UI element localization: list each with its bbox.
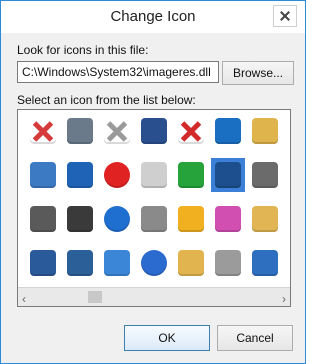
icon-cell[interactable]	[211, 114, 245, 148]
cancel-button[interactable]: Cancel	[217, 325, 293, 351]
select-icon-text: Select an icon from the list below:	[17, 93, 196, 107]
shield-x-icon	[178, 118, 204, 144]
tablet-icon	[67, 250, 93, 276]
icon-cell[interactable]	[100, 114, 134, 148]
red-x-icon	[30, 118, 56, 144]
icon-cell[interactable]	[63, 158, 97, 192]
icon-cell[interactable]	[248, 246, 282, 280]
browse-button[interactable]: Browse...	[222, 61, 294, 85]
music-folder-icon	[178, 250, 204, 276]
icon-cell[interactable]	[100, 246, 134, 280]
settings-icon	[252, 162, 278, 188]
error-circle-icon	[104, 162, 130, 188]
icon-cell[interactable]	[26, 246, 60, 280]
icon-cell[interactable]	[174, 246, 208, 280]
shield-warning-icon	[178, 206, 204, 232]
network-cable-icon	[67, 162, 93, 188]
icon-cell[interactable]	[26, 202, 60, 236]
icon-cell[interactable]	[100, 158, 134, 192]
icon-cell[interactable]	[100, 202, 134, 236]
help-icon	[104, 206, 130, 232]
projector-screen-icon	[141, 206, 167, 232]
icon-cell[interactable]	[137, 158, 171, 192]
icon-cell[interactable]	[174, 158, 208, 192]
icon-cell[interactable]	[248, 158, 282, 192]
icon-cell[interactable]	[211, 246, 245, 280]
horizontal-scrollbar[interactable]: ‹ ›	[18, 287, 290, 306]
mobile-device-icon	[67, 118, 93, 144]
icon-file-path-field[interactable]: C:\Windows\System32\imageres.dll	[17, 61, 219, 83]
close-button[interactable]	[273, 5, 297, 27]
notepad-icon	[215, 250, 241, 276]
select-icon-label: Select an icon from the list below:	[17, 93, 196, 107]
frame-icon	[104, 250, 130, 276]
list-icon	[252, 250, 278, 276]
icon-cell[interactable]	[137, 246, 171, 280]
icon-cell[interactable]	[63, 246, 97, 280]
icon-cell[interactable]	[174, 114, 208, 148]
scroll-thumb[interactable]	[88, 291, 102, 303]
icon-list[interactable]: ‹ ›	[17, 109, 291, 307]
gray-x-icon	[104, 118, 130, 144]
icon-cell[interactable]	[211, 158, 245, 192]
monitor-stand-icon	[30, 250, 56, 276]
change-icon-dialog: Change Icon Look for icons in this file:…	[0, 0, 306, 364]
look-for-label: Look for icons in this file:	[17, 43, 148, 57]
icon-cell[interactable]	[174, 202, 208, 236]
look-for-text: Look for icons in this file:	[17, 43, 149, 57]
window-icon	[215, 162, 241, 188]
icon-cell[interactable]	[26, 158, 60, 192]
icon-cell[interactable]	[248, 202, 282, 236]
star-folder-icon	[252, 206, 278, 232]
dialog-title: Change Icon	[110, 8, 196, 25]
icon-cell[interactable]	[248, 114, 282, 148]
scroll-right-arrow[interactable]: ›	[282, 292, 286, 306]
title-bar: Change Icon	[1, 1, 305, 33]
icon-cell[interactable]	[137, 202, 171, 236]
text-file-icon	[141, 162, 167, 188]
folder-icon	[252, 118, 278, 144]
monitor-icon	[141, 118, 167, 144]
printer-icon	[30, 206, 56, 232]
icon-cell[interactable]	[137, 114, 171, 148]
apps-icon	[215, 206, 241, 232]
icon-cell[interactable]	[63, 114, 97, 148]
scanner-icon	[67, 206, 93, 232]
icon-grid	[26, 114, 282, 292]
ok-button[interactable]: OK	[124, 325, 210, 351]
icon-cell[interactable]	[63, 202, 97, 236]
document-icon	[30, 162, 56, 188]
icon-cell[interactable]	[26, 114, 60, 148]
shield-check-icon	[178, 162, 204, 188]
shield-help-icon	[141, 250, 167, 276]
network-computer-icon	[215, 118, 241, 144]
scroll-left-arrow[interactable]: ‹	[22, 292, 26, 306]
icon-cell[interactable]	[211, 202, 245, 236]
